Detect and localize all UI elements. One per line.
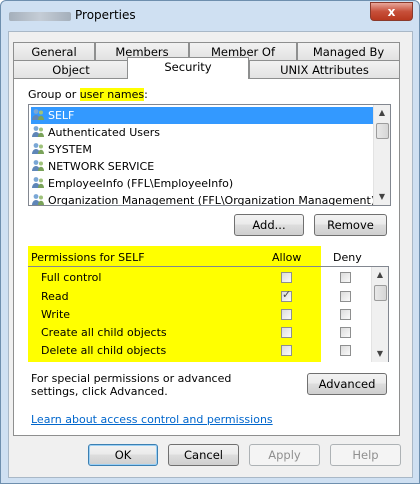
permission-name: Read [41,290,69,303]
user-group-icon [32,109,44,120]
window-title: Properties [75,8,136,22]
title-bar[interactable]: Properties x [1,1,419,31]
allow-checkbox[interactable] [281,288,292,302]
deny-checkbox[interactable] [340,272,351,283]
permission-row-write: Write [41,306,70,324]
deny-checkbox[interactable] [340,345,351,356]
advanced-note: For special permissions or advanced sett… [31,372,232,398]
user-group-icon [32,126,44,137]
allow-checkbox[interactable] [281,309,292,320]
scroll-down-arrow-icon[interactable]: ▼ [374,189,390,205]
principal-name: SELF [48,109,75,122]
tab-label: UNIX Attributes [280,63,369,77]
tab-label: Object [52,63,90,77]
remove-button[interactable]: Remove [314,214,387,236]
tab-object[interactable]: Object [13,60,129,79]
tab-label: General [31,45,77,59]
blurred-object-name [9,12,71,21]
scroll-thumb[interactable] [376,123,389,139]
user-group-icon [32,143,44,154]
deny-checkbox[interactable] [340,291,351,302]
cancel-button[interactable]: Cancel [168,444,239,466]
list-item[interactable]: Authenticated Users [31,124,160,141]
principal-name: EmployeeInfo (FFL\EmployeeInfo) [48,177,234,190]
deny-checkbox[interactable] [340,309,351,320]
deny-column-header: Deny [333,251,362,264]
scroll-up-arrow-icon[interactable]: ▲ [372,267,388,283]
scroll-up-arrow-icon[interactable]: ▲ [374,105,390,121]
scroll-down-arrow-icon[interactable]: ▼ [372,346,388,362]
allow-checkbox[interactable] [281,327,292,338]
tab-unix-attributes[interactable]: UNIX Attributes [249,60,400,79]
group-names-label: Group or user names: [28,88,148,101]
label-prefix: Group or [28,88,80,101]
advanced-button[interactable]: Advanced [307,373,387,395]
scroll-thumb[interactable] [374,285,387,301]
tab-label: Managed By [312,45,385,59]
apply-button[interactable]: Apply [249,444,320,466]
list-item[interactable]: NETWORK SERVICE [31,158,154,175]
tab-label: Security [164,60,212,74]
list-item[interactable]: EmployeeInfo (FFL\EmployeeInfo) [31,175,233,192]
ok-button[interactable]: OK [88,444,158,466]
permissions-header: Permissions for SELF [31,251,145,264]
permission-row-create-child: Create all child objects [41,324,167,342]
user-group-icon [32,160,44,171]
permission-name: Full control [41,271,102,284]
deny-checkbox[interactable] [340,327,351,338]
label-suffix: : [144,88,148,101]
permission-row-read: Read [41,288,69,306]
permission-name: Delete all child objects [41,344,167,357]
allow-checkbox[interactable] [281,272,292,283]
user-group-icon [32,177,44,188]
tab-security[interactable]: Security [127,57,249,79]
list-item[interactable]: SYSTEM [31,141,92,158]
permission-row-full-control: Full control [41,269,101,287]
list-item[interactable]: Organization Management (FFL\Organizatio… [31,192,376,206]
principal-name: Authenticated Users [48,126,161,139]
help-button[interactable]: Help [330,444,401,466]
allow-checkbox[interactable] [281,345,292,356]
add-button[interactable]: Add... [234,214,304,236]
allow-column-header: Allow [272,251,302,264]
permissions-scrollbar[interactable]: ▲ ▼ [371,267,388,362]
list-item[interactable]: SELF [31,107,376,124]
permission-name: Write [41,308,71,321]
principal-name: NETWORK SERVICE [48,160,155,173]
principals-scrollbar[interactable]: ▲ ▼ [373,105,390,205]
user-group-icon [32,194,44,205]
close-button[interactable]: x [370,2,413,21]
properties-window: Properties x General Members Member Of M… [0,0,420,484]
label-highlight: user names [79,88,145,101]
tab-general[interactable]: General [13,42,95,60]
principals-list[interactable]: SELF Authenticated Users SYSTEM NETWORK … [28,104,391,206]
principal-name: SYSTEM [48,143,92,156]
permission-name: Create all child objects [41,326,167,339]
tab-managed-by[interactable]: Managed By [297,42,400,60]
principal-name: Organization Management (FFL\Organizatio… [48,194,376,206]
permission-row-delete-child: Delete all child objects [41,342,166,360]
learn-more-link[interactable]: Learn about access control and permissio… [31,413,273,426]
